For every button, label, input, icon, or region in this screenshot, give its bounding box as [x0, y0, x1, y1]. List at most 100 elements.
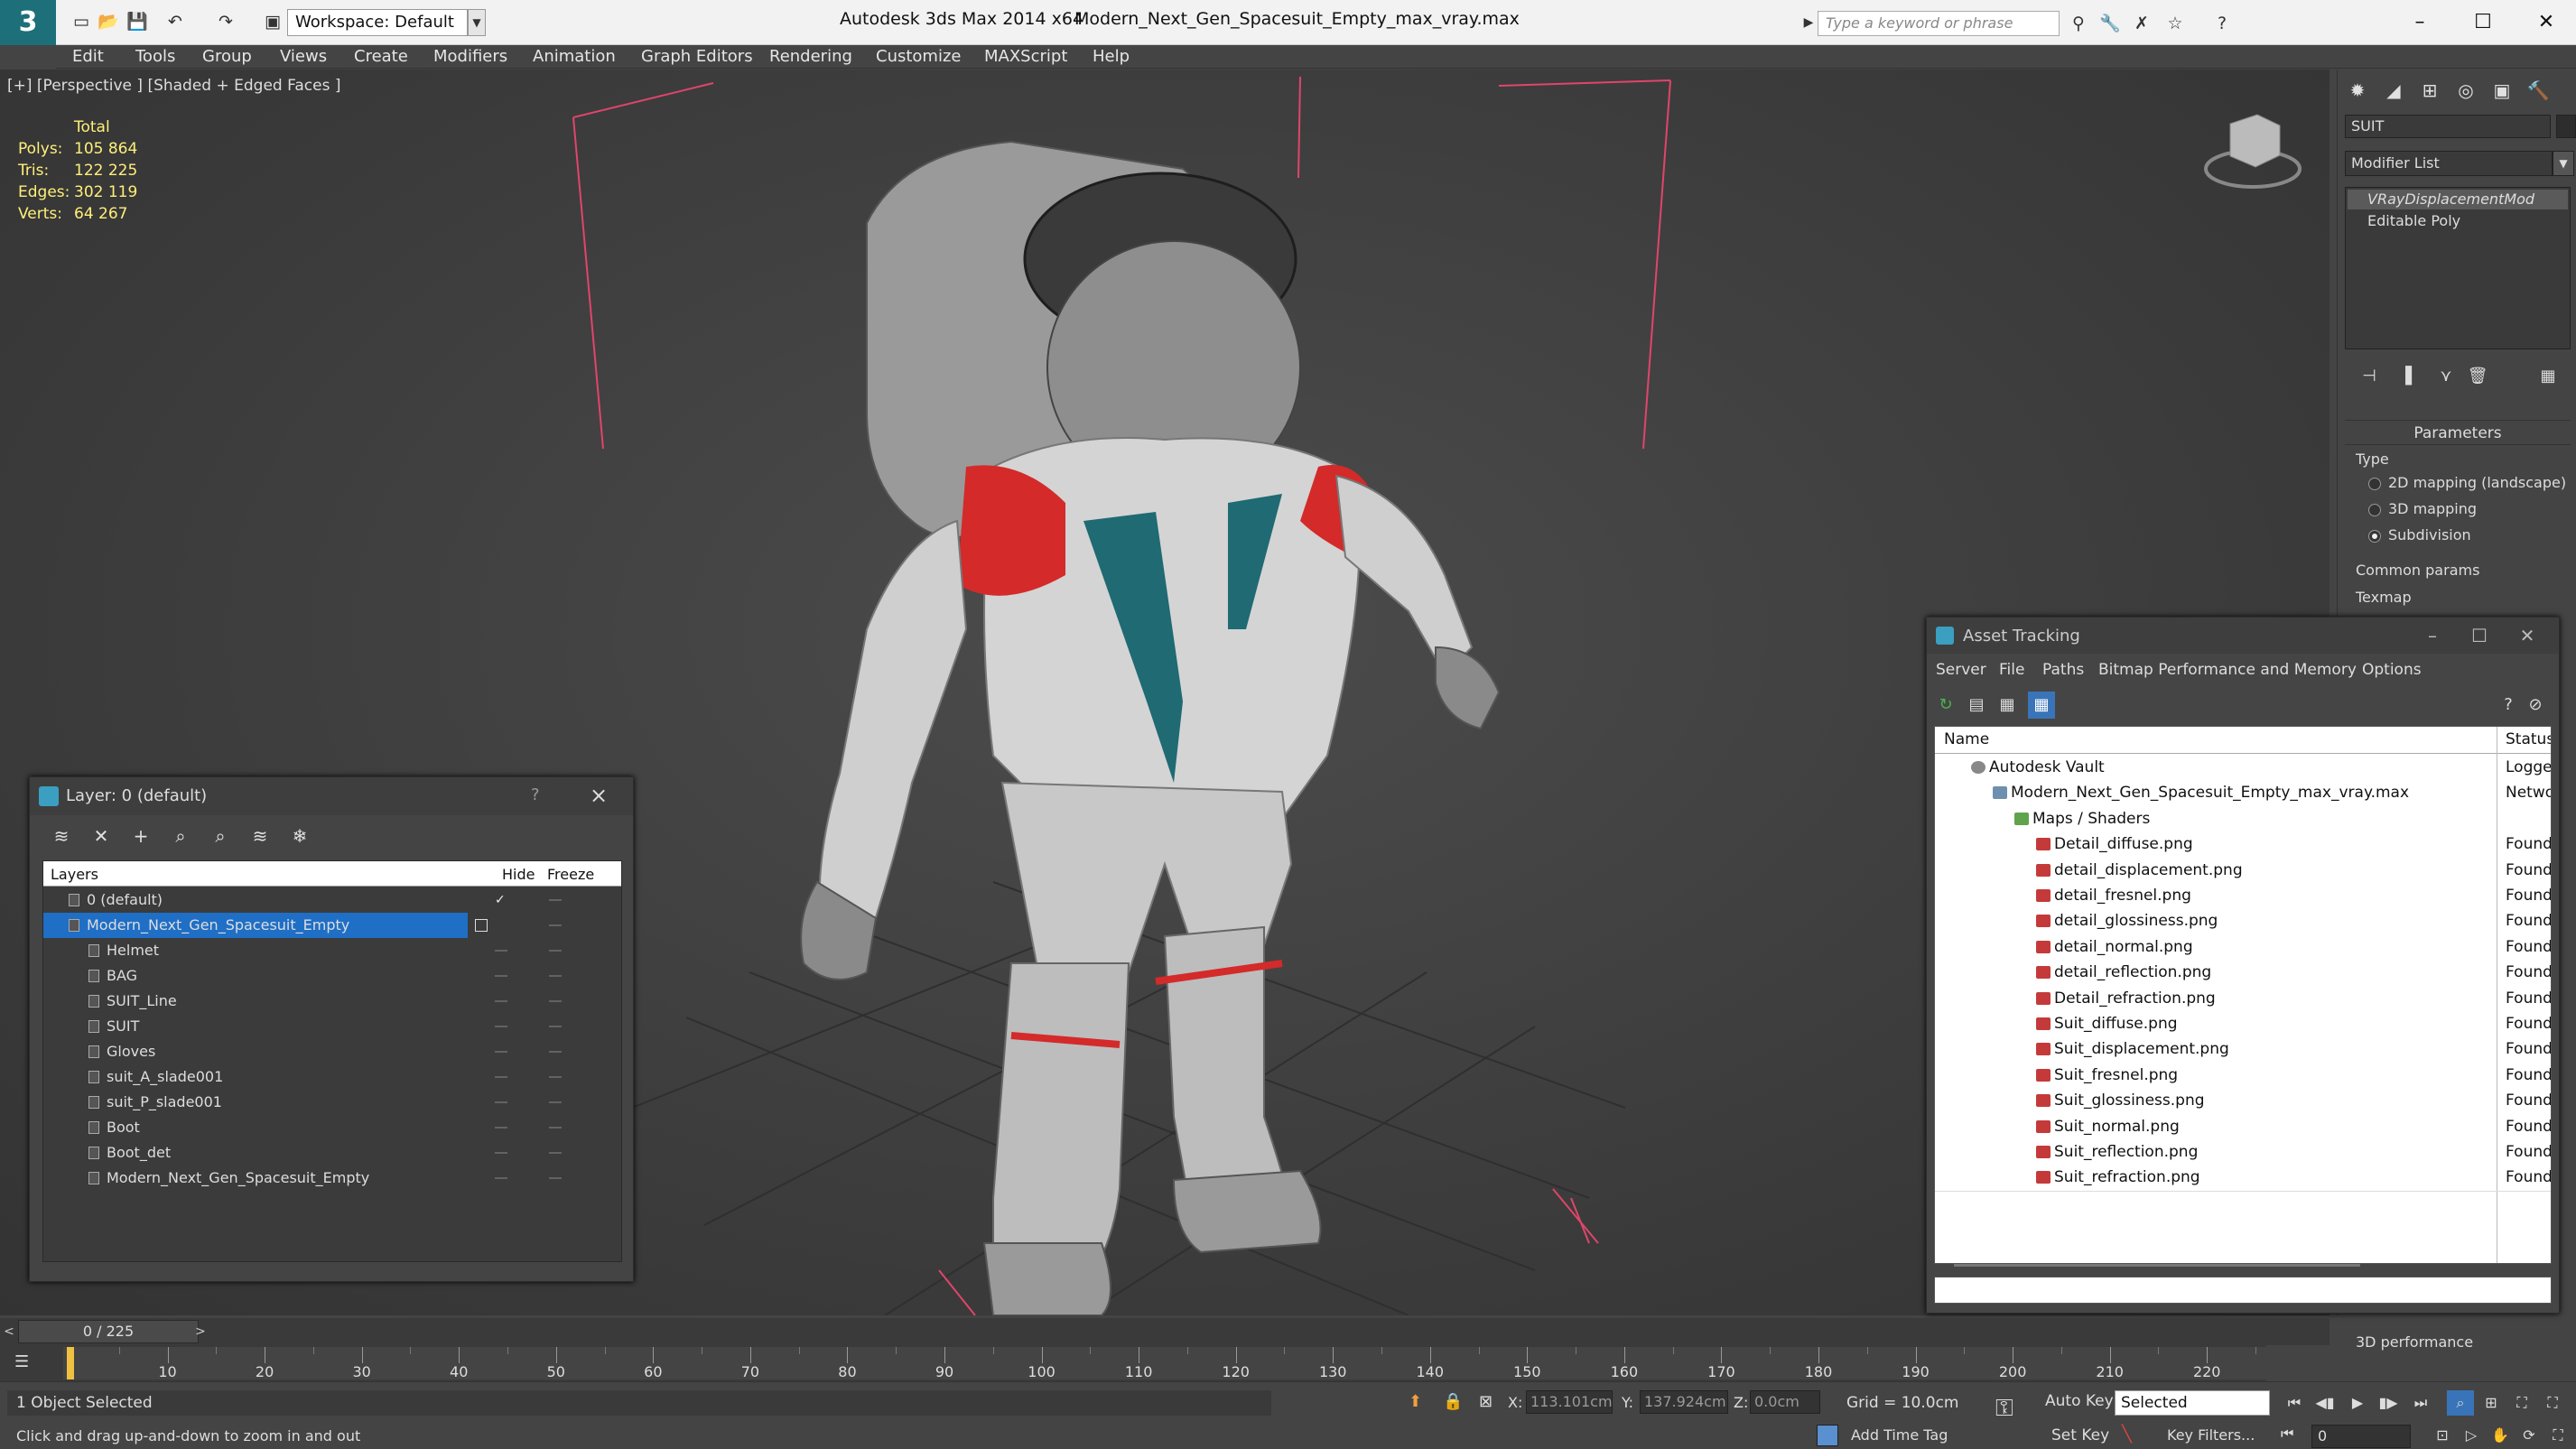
hide-toggle[interactable]: ―	[495, 1064, 507, 1090]
layer-row-selected[interactable]: Modern_Next_Gen_Spacesuit_Empty	[43, 913, 468, 938]
menu-rendering[interactable]: Rendering	[769, 47, 852, 66]
close-icon[interactable]: ✕	[2524, 7, 2569, 38]
freeze-all-layers-icon[interactable]: ❄	[284, 822, 315, 850]
column-name[interactable]: Name	[1944, 730, 1989, 748]
asset-row[interactable]: Detail_refraction.png Found	[1935, 986, 2551, 1011]
communication-icon[interactable]: ✗	[2129, 11, 2154, 36]
minimize-icon[interactable]: –	[2414, 623, 2450, 648]
track-ruler[interactable]: 0102030405060708090100110120130140150160…	[63, 1347, 2266, 1380]
make-unique-icon[interactable]: ⋎	[2432, 363, 2460, 390]
asset-menu-options[interactable]: Options	[2362, 661, 2422, 679]
freeze-toggle[interactable]: ―	[549, 1090, 562, 1115]
mini-curve-editor-icon[interactable]: ☰	[14, 1352, 42, 1376]
menu-animation[interactable]: Animation	[533, 47, 616, 66]
freeze-toggle[interactable]: ―	[549, 887, 562, 913]
time-cursor[interactable]	[67, 1347, 74, 1379]
asset-menu-server[interactable]: Server	[1936, 661, 1986, 679]
go-to-start-icon[interactable]: ⏮	[2281, 1390, 2308, 1416]
hide-toggle[interactable]: ―	[495, 1014, 507, 1039]
hide-toggle[interactable]: ―	[495, 1039, 507, 1064]
freeze-toggle[interactable]: ―	[549, 963, 562, 989]
key-filters-button[interactable]: Key Filters...	[2167, 1426, 2255, 1444]
asset-path-field[interactable]	[1934, 1277, 2552, 1304]
show-end-result-icon[interactable]: ▐	[2392, 363, 2419, 390]
hide-toggle[interactable]: ―	[495, 1090, 507, 1115]
field-of-view-icon[interactable]: ▷	[2458, 1423, 2485, 1448]
menu-group[interactable]: Group	[202, 47, 252, 66]
pin-icon[interactable]: ⊘	[2523, 692, 2548, 718]
next-frame-icon[interactable]: ▮▶	[2375, 1390, 2402, 1416]
layer-row[interactable]: 0 (default) ✓ ―	[43, 887, 621, 913]
time-tag-icon[interactable]	[1817, 1425, 1838, 1446]
help-icon[interactable]: ?	[531, 785, 540, 804]
menu-views[interactable]: Views	[280, 47, 327, 66]
hide-toggle[interactable]: ―	[495, 1115, 507, 1140]
binoculars-icon[interactable]: ⚲	[2066, 11, 2091, 36]
z-coordinate-field[interactable]: 0.0cm	[1750, 1390, 1820, 1414]
asset-row[interactable]: detail_fresnel.png Found	[1935, 883, 2551, 908]
freeze-toggle[interactable]: ―	[549, 1039, 562, 1064]
search-toggle-icon[interactable]: ▶	[1799, 11, 1818, 34]
asset-menu-paths[interactable]: Paths	[2042, 661, 2084, 679]
stack-item-editable-poly[interactable]: Editable Poly	[2348, 211, 2568, 231]
maximize-viewport-icon[interactable]: ⛶	[2544, 1423, 2571, 1448]
maximize-icon[interactable]: ☐	[2460, 7, 2506, 38]
viewcube-icon[interactable]	[2229, 114, 2281, 168]
current-layer-check-icon[interactable]: ✓	[495, 887, 506, 913]
y-coordinate-field[interactable]: 137.924cm	[1640, 1390, 1728, 1414]
time-slider-frame[interactable]: 0 / 225	[18, 1320, 199, 1343]
key-mode-dropdown[interactable]: Selected	[2115, 1390, 2270, 1416]
x-coordinate-field[interactable]: 113.101cm	[1526, 1390, 1613, 1414]
motion-tab-icon[interactable]: ◎	[2450, 75, 2482, 106]
delete-layer-icon[interactable]: ✕	[86, 822, 116, 850]
asset-row[interactable]: Suit_refraction.png Found	[1935, 1165, 2551, 1190]
chevron-down-icon[interactable]: ▼	[2553, 151, 2574, 176]
object-row[interactable]: Boot_det ― ―	[43, 1140, 621, 1166]
refresh-icon[interactable]: ↻	[1932, 692, 1959, 719]
asset-dialog-titlebar[interactable]: Asset Tracking – ☐ ✕	[1927, 618, 2559, 654]
create-tab-icon[interactable]: ✹	[2341, 75, 2374, 106]
set-key-button[interactable]: Set Key	[2051, 1426, 2109, 1444]
hide-toggle[interactable]: ―	[495, 938, 507, 963]
radio-subdivision[interactable]	[2368, 530, 2381, 543]
layer-dialog-titlebar[interactable]: Layer: 0 (default) ? ×	[30, 777, 633, 815]
freeze-toggle[interactable]: ―	[549, 989, 562, 1014]
add-to-layer-icon[interactable]: +	[126, 822, 156, 850]
table-view-icon[interactable]: ▦	[2028, 692, 2055, 719]
pin-stack-icon[interactable]: ⊣	[2356, 363, 2383, 390]
subscription-icon[interactable]: 🔧	[2097, 11, 2123, 36]
workspace-dropdown[interactable]: Workspace: Default	[287, 9, 468, 36]
object-row[interactable]: suit_A_slade001 ― ―	[43, 1064, 621, 1090]
app-logo[interactable]: 3	[0, 0, 56, 45]
object-row[interactable]: SUIT_Line ― ―	[43, 989, 621, 1014]
maximize-icon[interactable]: ☐	[2461, 623, 2497, 648]
previous-frame-icon[interactable]: ◀▮	[2311, 1390, 2339, 1416]
hierarchy-tab-icon[interactable]: ⊞	[2413, 75, 2446, 106]
asset-row[interactable]: detail_glossiness.png Found	[1935, 908, 2551, 933]
radio-2d-mapping[interactable]	[2368, 478, 2381, 490]
key-icon[interactable]: ⚿	[1995, 1395, 2013, 1423]
asset-row[interactable]: Detail_diffuse.png Found	[1935, 831, 2551, 857]
radio-3d-mapping[interactable]	[2368, 504, 2381, 516]
asset-row[interactable]: Suit_fresnel.png Found	[1935, 1063, 2551, 1088]
help-icon[interactable]: ?	[2496, 692, 2521, 718]
search-input[interactable]: Type a keyword or phrase	[1818, 11, 2060, 36]
play-icon[interactable]: ▶	[2344, 1390, 2371, 1416]
undo-icon[interactable]: ↶	[164, 11, 186, 33]
absolute-mode-icon[interactable]: ⊠	[1479, 1392, 1493, 1411]
menu-create[interactable]: Create	[354, 47, 408, 66]
add-time-tag[interactable]: Add Time Tag	[1851, 1426, 1948, 1444]
chevron-right-icon[interactable]: >	[191, 1320, 209, 1343]
parameters-rollout[interactable]: Parameters	[2345, 420, 2571, 445]
asset-row[interactable]: detail_normal.png Found	[1935, 934, 2551, 960]
tree-view-icon[interactable]: ▦	[1994, 692, 2021, 719]
redo-icon[interactable]: ↷	[215, 11, 237, 33]
close-icon[interactable]: ✕	[2509, 623, 2545, 648]
freeze-toggle[interactable]: ―	[549, 913, 562, 938]
menu-modifiers[interactable]: Modifiers	[433, 47, 507, 66]
object-row[interactable]: BAG ― ―	[43, 963, 621, 989]
select-objects-icon[interactable]: ⌕	[165, 822, 196, 850]
set-key-icon[interactable]: ╲	[2122, 1425, 2132, 1444]
viewport-label[interactable]: [+] [Perspective ] [Shaded + Edged Faces…	[7, 77, 340, 95]
lock-icon[interactable]: 🔒	[1443, 1392, 1463, 1411]
